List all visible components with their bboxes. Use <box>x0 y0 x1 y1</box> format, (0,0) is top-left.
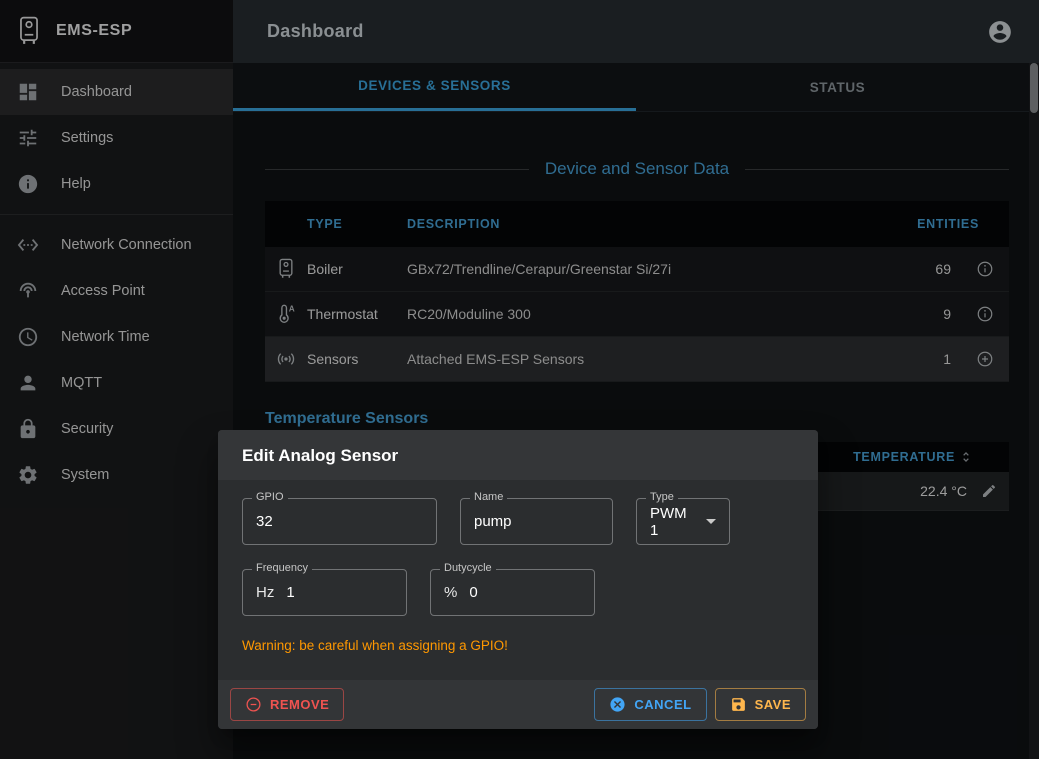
remove-button[interactable]: REMOVE <box>230 688 344 721</box>
dialog-field-row-1: GPIO 32 Name pump Type PWM 1 <box>242 498 794 545</box>
type-value: PWM 1 <box>650 505 692 539</box>
name-value: pump <box>474 513 512 530</box>
save-button[interactable]: SAVE <box>715 688 806 721</box>
name-field[interactable]: Name pump <box>460 498 613 545</box>
gpio-value: 32 <box>256 513 273 530</box>
gpio-warning-text: Warning: be careful when assigning a GPI… <box>242 638 794 653</box>
dialog-content: GPIO 32 Name pump Type PWM 1 Frequency H… <box>218 480 818 680</box>
frequency-value: 1 <box>286 584 294 601</box>
name-label: Name <box>470 491 507 503</box>
dropdown-caret-icon <box>706 519 716 524</box>
frequency-label: Frequency <box>252 562 312 574</box>
type-select[interactable]: Type PWM 1 <box>636 498 730 545</box>
edit-analog-sensor-dialog: Edit Analog Sensor GPIO 32 Name pump Typ… <box>218 430 818 729</box>
save-button-label: SAVE <box>755 697 791 712</box>
dutycycle-unit-prefix: % <box>444 584 457 601</box>
remove-button-label: REMOVE <box>270 697 329 712</box>
cancel-button-label: CANCEL <box>634 697 691 712</box>
dialog-title: Edit Analog Sensor <box>218 430 818 480</box>
dutycycle-label: Dutycycle <box>440 562 496 574</box>
remove-circle-icon <box>245 696 262 713</box>
dutycycle-value: 0 <box>469 584 477 601</box>
type-label: Type <box>646 491 678 503</box>
dialog-field-row-2: Frequency Hz 1 Dutycycle % 0 <box>242 569 794 616</box>
gpio-label: GPIO <box>252 491 288 503</box>
frequency-unit-prefix: Hz <box>256 584 274 601</box>
cancel-circle-icon <box>609 696 626 713</box>
cancel-button[interactable]: CANCEL <box>594 688 706 721</box>
dialog-actions: REMOVE CANCEL SAVE <box>218 680 818 729</box>
dutycycle-field[interactable]: Dutycycle % 0 <box>430 569 595 616</box>
frequency-field[interactable]: Frequency Hz 1 <box>242 569 407 616</box>
gpio-field[interactable]: GPIO 32 <box>242 498 437 545</box>
save-floppy-icon <box>730 696 747 713</box>
